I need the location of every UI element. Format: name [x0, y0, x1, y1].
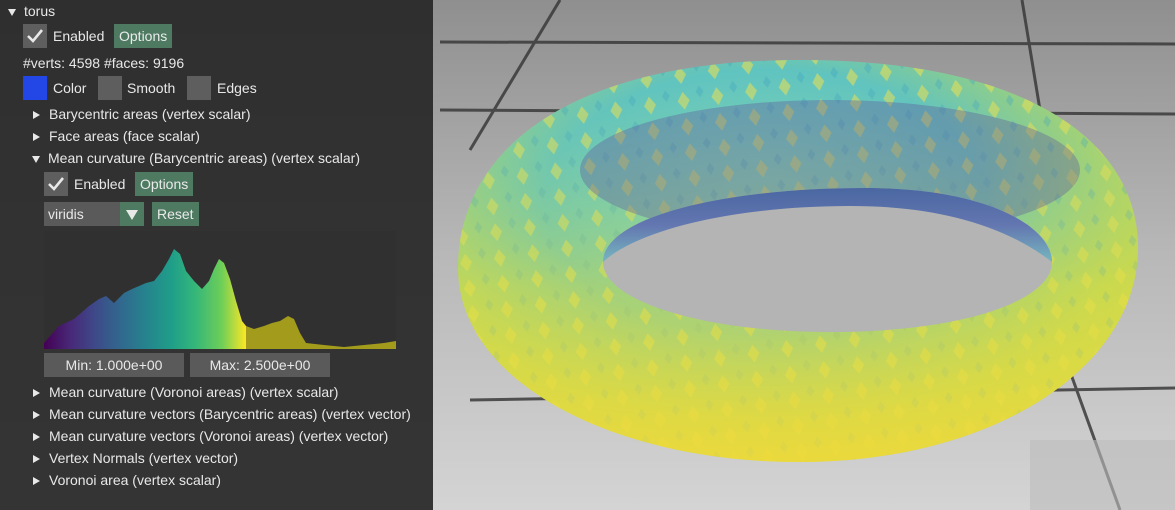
min-range-field[interactable]: Min: 1.000e+00 — [44, 353, 184, 377]
quantity-label: Vertex Normals (vertex vector) — [49, 450, 239, 466]
expand-right-icon[interactable] — [33, 433, 40, 442]
quantity-label: Face areas (face scalar) — [49, 128, 200, 144]
quantity-label: Barycentric areas (vertex scalar) — [49, 106, 251, 122]
expand-right-icon[interactable] — [33, 389, 40, 398]
color-label: Color — [53, 80, 87, 96]
quantity-label: Mean curvature vectors (Barycentric area… — [49, 406, 411, 422]
expand-right-icon[interactable] — [33, 133, 40, 142]
object-name: torus — [24, 3, 56, 19]
color-swatch[interactable] — [23, 76, 47, 100]
expand-right-icon[interactable] — [33, 477, 40, 486]
ui-panel: torus Enabled Options #verts: 4598 #face… — [0, 0, 433, 510]
quantity-label: Mean curvature (Voronoi areas) (vertex s… — [49, 384, 339, 400]
quantity-item[interactable]: Mean curvature vectors (Barycentric area… — [33, 403, 411, 425]
checkmark-icon — [48, 177, 65, 191]
quantity-item-expanded[interactable]: Mean curvature (Barycentric areas) (vert… — [32, 147, 360, 169]
expand-right-icon[interactable] — [33, 111, 40, 120]
max-range-field[interactable]: Max: 2.500e+00 — [190, 353, 330, 377]
expand-down-icon[interactable] — [32, 155, 40, 163]
quantity-label: Voronoi area (vertex scalar) — [49, 472, 221, 488]
mesh-options-button[interactable]: Options — [114, 24, 173, 48]
histogram — [44, 231, 396, 349]
mesh-enabled-label: Enabled — [53, 28, 105, 44]
dropdown-arrow-icon[interactable] — [120, 202, 144, 226]
quantity-item[interactable]: Face areas (face scalar) — [33, 125, 200, 147]
mesh-display-row: Color Smooth Edges — [23, 76, 423, 100]
quantity-item[interactable]: Mean curvature (Voronoi areas) (vertex s… — [33, 381, 338, 403]
edges-label: Edges — [217, 80, 257, 96]
edges-checkbox[interactable] — [187, 76, 211, 100]
quantity-label: Mean curvature (Barycentric areas) (vert… — [48, 150, 360, 166]
smooth-label: Smooth — [127, 80, 176, 96]
reset-button[interactable]: Reset — [152, 202, 199, 226]
mesh-enabled-row: Enabled Options — [23, 24, 423, 48]
mesh-stats: #verts: 4598 #faces: 9196 — [23, 55, 185, 71]
checkmark-icon — [27, 29, 44, 43]
smooth-checkbox[interactable] — [98, 76, 122, 100]
colormap-select[interactable]: viridis — [44, 202, 144, 226]
colormap-value: viridis — [48, 206, 84, 222]
quantity-label: Mean curvature vectors (Voronoi areas) (… — [49, 428, 389, 444]
colormap-row: viridis Reset — [44, 202, 424, 226]
quantity-item[interactable]: Voronoi area (vertex scalar) — [33, 469, 221, 491]
expand-right-icon[interactable] — [33, 455, 40, 464]
quantity-options-button[interactable]: Options — [135, 172, 194, 196]
quantity-enabled-label: Enabled — [74, 176, 126, 192]
mesh-enabled-checkbox[interactable] — [23, 24, 47, 48]
quantity-enabled-row: Enabled Options — [44, 172, 424, 196]
expand-down-icon[interactable] — [8, 8, 16, 16]
expand-right-icon[interactable] — [33, 411, 40, 420]
quantity-item[interactable]: Mean curvature vectors (Voronoi areas) (… — [33, 425, 388, 447]
quantity-item[interactable]: Barycentric areas (vertex scalar) — [33, 103, 251, 125]
quantity-item[interactable]: Vertex Normals (vertex vector) — [33, 447, 238, 469]
object-header[interactable]: torus — [8, 0, 55, 22]
quantity-enabled-checkbox[interactable] — [44, 172, 68, 196]
